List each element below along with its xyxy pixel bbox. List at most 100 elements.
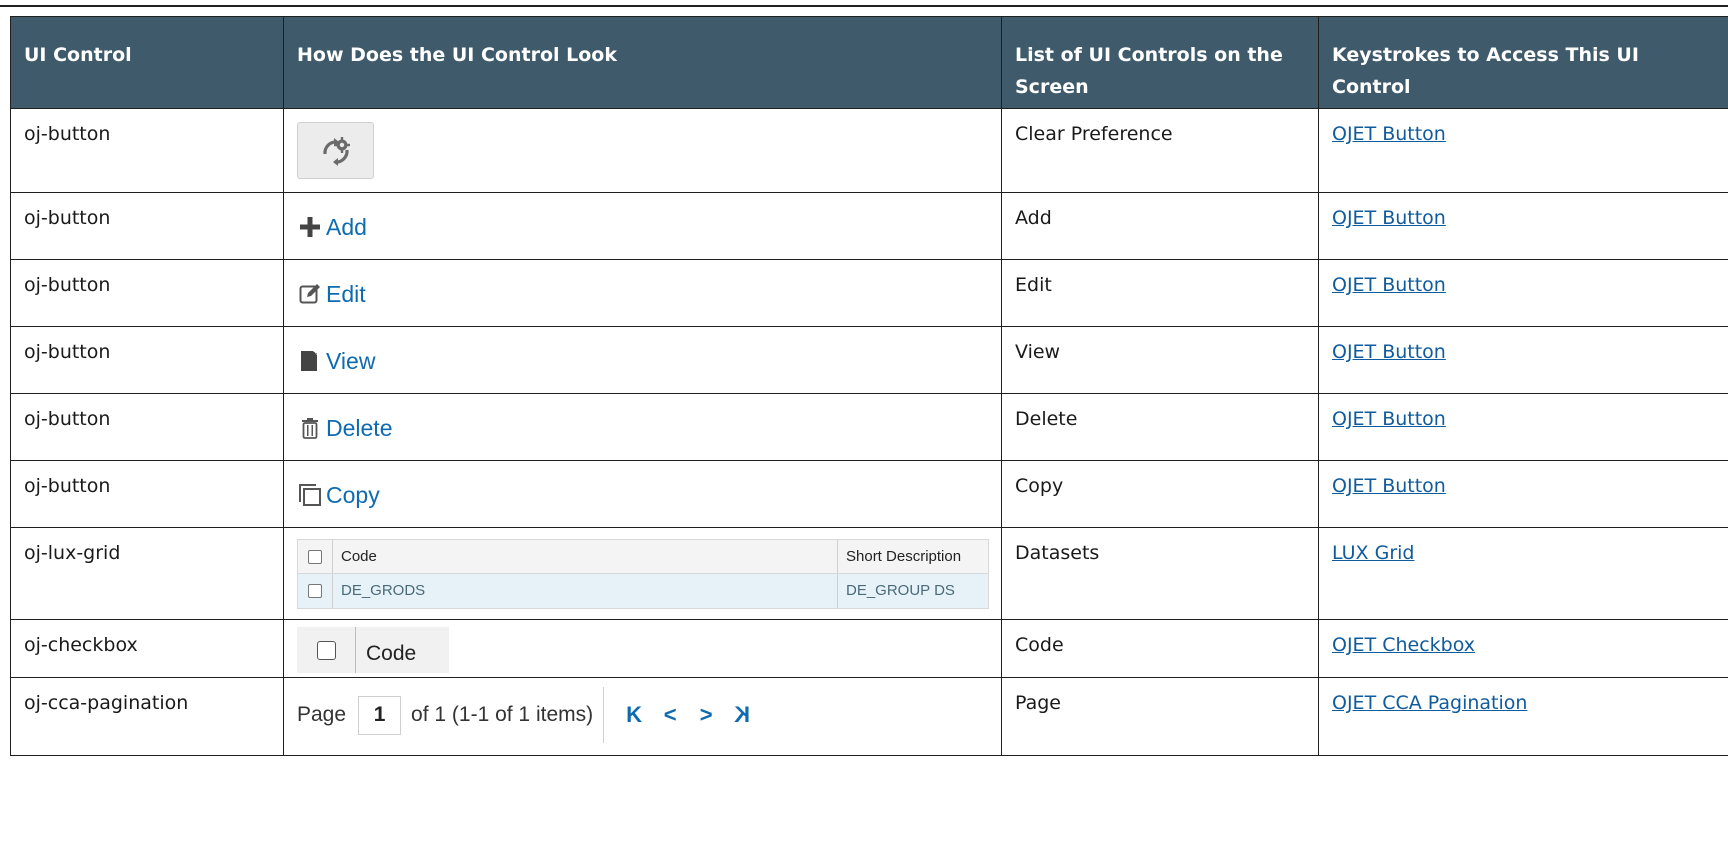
keystroke-cell: OJET Button: [1318, 460, 1728, 528]
keystroke-link[interactable]: OJET Button: [1332, 207, 1446, 229]
control-name: oj-cca-pagination: [10, 677, 284, 756]
keystroke-link[interactable]: OJET Button: [1332, 341, 1446, 363]
svg-text:*: *: [312, 350, 318, 363]
edit-button-label: Edit: [326, 281, 366, 307]
keystroke-link[interactable]: OJET Button: [1332, 274, 1446, 296]
control-name: oj-lux-grid: [10, 527, 284, 620]
table-row: oj-button Edit Edit OJET Button: [10, 259, 1728, 327]
keystroke-cell: OJET Button: [1318, 326, 1728, 394]
table-row: oj-button Clear Preference OJET Button: [10, 108, 1728, 193]
clear-preference-icon: [322, 136, 350, 166]
add-button[interactable]: Add: [297, 211, 367, 243]
control-look: Page 1 of 1 (1-1 of 1 items) K < > K: [283, 677, 1002, 756]
first-page-icon[interactable]: K: [616, 699, 652, 731]
control-look: Code Short Description DE_GRODS DE_GROUP…: [283, 527, 1002, 620]
keystroke-link[interactable]: OJET Button: [1332, 123, 1446, 145]
control-look: Code: [283, 619, 1002, 678]
keystroke-cell: OJET Button: [1318, 108, 1728, 193]
trash-icon: [297, 415, 323, 441]
screen-control-name: Delete: [1001, 393, 1319, 461]
ui-controls-table: UI Control How Does the UI Control Look …: [10, 16, 1728, 756]
table-row: oj-lux-grid Code Short Description DE_GR…: [10, 527, 1728, 620]
prev-page-icon[interactable]: <: [652, 699, 688, 731]
control-name: oj-checkbox: [10, 619, 284, 678]
view-button[interactable]: * View: [297, 345, 375, 377]
control-look: Delete: [283, 393, 1002, 461]
screen-control-name: Code: [1001, 619, 1319, 678]
screen-control-name: Datasets: [1001, 527, 1319, 620]
screen-control-name: Page: [1001, 677, 1319, 756]
keystroke-link[interactable]: OJET Button: [1332, 475, 1446, 497]
checkbox-label: Code: [366, 642, 417, 665]
control-name: oj-button: [10, 460, 284, 528]
screen-control-name: Clear Preference: [1001, 108, 1319, 193]
grid-data-row[interactable]: DE_GRODS DE_GROUP DS: [298, 574, 988, 608]
next-page-icon[interactable]: >: [688, 699, 724, 731]
lux-grid: Code Short Description DE_GRODS DE_GROUP…: [297, 539, 989, 609]
copy-button[interactable]: Copy: [297, 479, 380, 511]
grid-cell-desc: DE_GROUP DS: [846, 582, 955, 599]
control-look: Copy: [283, 460, 1002, 528]
table-row: oj-checkbox Code Code OJET Checkbox: [10, 619, 1728, 678]
screen-control-name: Edit: [1001, 259, 1319, 327]
top-rule: [0, 5, 1728, 7]
grid-select-all[interactable]: [298, 540, 333, 573]
control-look: * View: [283, 326, 1002, 394]
grid-col-code[interactable]: Code: [333, 540, 838, 573]
page-number-input[interactable]: 1: [358, 695, 402, 735]
control-name: oj-button: [10, 108, 284, 193]
grid-row-select[interactable]: [298, 574, 333, 608]
edit-button[interactable]: Edit: [297, 278, 366, 310]
keystroke-cell: OJET Checkbox: [1318, 619, 1728, 678]
view-button-label: View: [326, 348, 376, 374]
pager-divider: [603, 687, 605, 743]
checkbox-icon: [308, 549, 322, 564]
pagination: Page 1 of 1 (1-1 of 1 items) K < > K: [297, 687, 760, 743]
keystroke-link[interactable]: OJET Button: [1332, 408, 1446, 430]
header-look: How Does the UI Control Look: [283, 16, 1002, 109]
keystroke-link[interactable]: LUX Grid: [1332, 542, 1414, 564]
table-row: oj-button Delete Delete OJET Button: [10, 393, 1728, 461]
control-name: oj-button: [10, 326, 284, 394]
grid-header-row: Code Short Description: [298, 540, 988, 574]
last-page-icon[interactable]: K: [724, 699, 760, 731]
checkbox-widget: Code: [297, 627, 449, 673]
grid-col-desc[interactable]: Short Description: [838, 540, 988, 573]
keystroke-cell: OJET Button: [1318, 259, 1728, 327]
screen-control-name: Copy: [1001, 460, 1319, 528]
edit-icon: [297, 281, 323, 307]
table-row: oj-button * View View OJET Button: [10, 326, 1728, 394]
grid-cell-code: DE_GRODS: [333, 574, 838, 608]
add-button-label: Add: [326, 214, 367, 240]
view-icon: *: [297, 348, 323, 374]
header-keystrokes: Keystrokes to Access This UI Control: [1318, 16, 1728, 109]
delete-button[interactable]: Delete: [297, 412, 392, 444]
keystroke-cell: OJET Button: [1318, 393, 1728, 461]
control-name: oj-button: [10, 192, 284, 260]
code-checkbox[interactable]: [297, 627, 356, 673]
checkbox-icon: [308, 584, 322, 598]
screen-control-name: Add: [1001, 192, 1319, 260]
keystroke-cell: OJET CCA Pagination: [1318, 677, 1728, 756]
control-name: oj-button: [10, 393, 284, 461]
table-row: oj-cca-pagination Page 1 of 1 (1-1 of 1 …: [10, 677, 1728, 756]
control-name: oj-button: [10, 259, 284, 327]
keystroke-cell: LUX Grid: [1318, 527, 1728, 620]
control-look: Add: [283, 192, 1002, 260]
copy-icon: [297, 482, 323, 508]
table-row: oj-button Add Add OJET Button: [10, 192, 1728, 260]
copy-button-label: Copy: [326, 482, 380, 508]
table-header-row: UI Control How Does the UI Control Look …: [10, 16, 1728, 109]
header-ui-control: UI Control: [10, 16, 284, 109]
control-look: [283, 108, 1002, 193]
control-look: Edit: [283, 259, 1002, 327]
keystroke-cell: OJET Button: [1318, 192, 1728, 260]
clear-preference-button[interactable]: [297, 122, 374, 179]
delete-button-label: Delete: [326, 415, 393, 441]
table-row: oj-button Copy Copy OJET Button: [10, 460, 1728, 528]
page-label: Page: [297, 703, 347, 726]
screen-control-name: View: [1001, 326, 1319, 394]
keystroke-link[interactable]: OJET CCA Pagination: [1332, 692, 1527, 714]
checkbox-icon: [316, 640, 336, 660]
keystroke-link[interactable]: OJET Checkbox: [1332, 634, 1475, 656]
